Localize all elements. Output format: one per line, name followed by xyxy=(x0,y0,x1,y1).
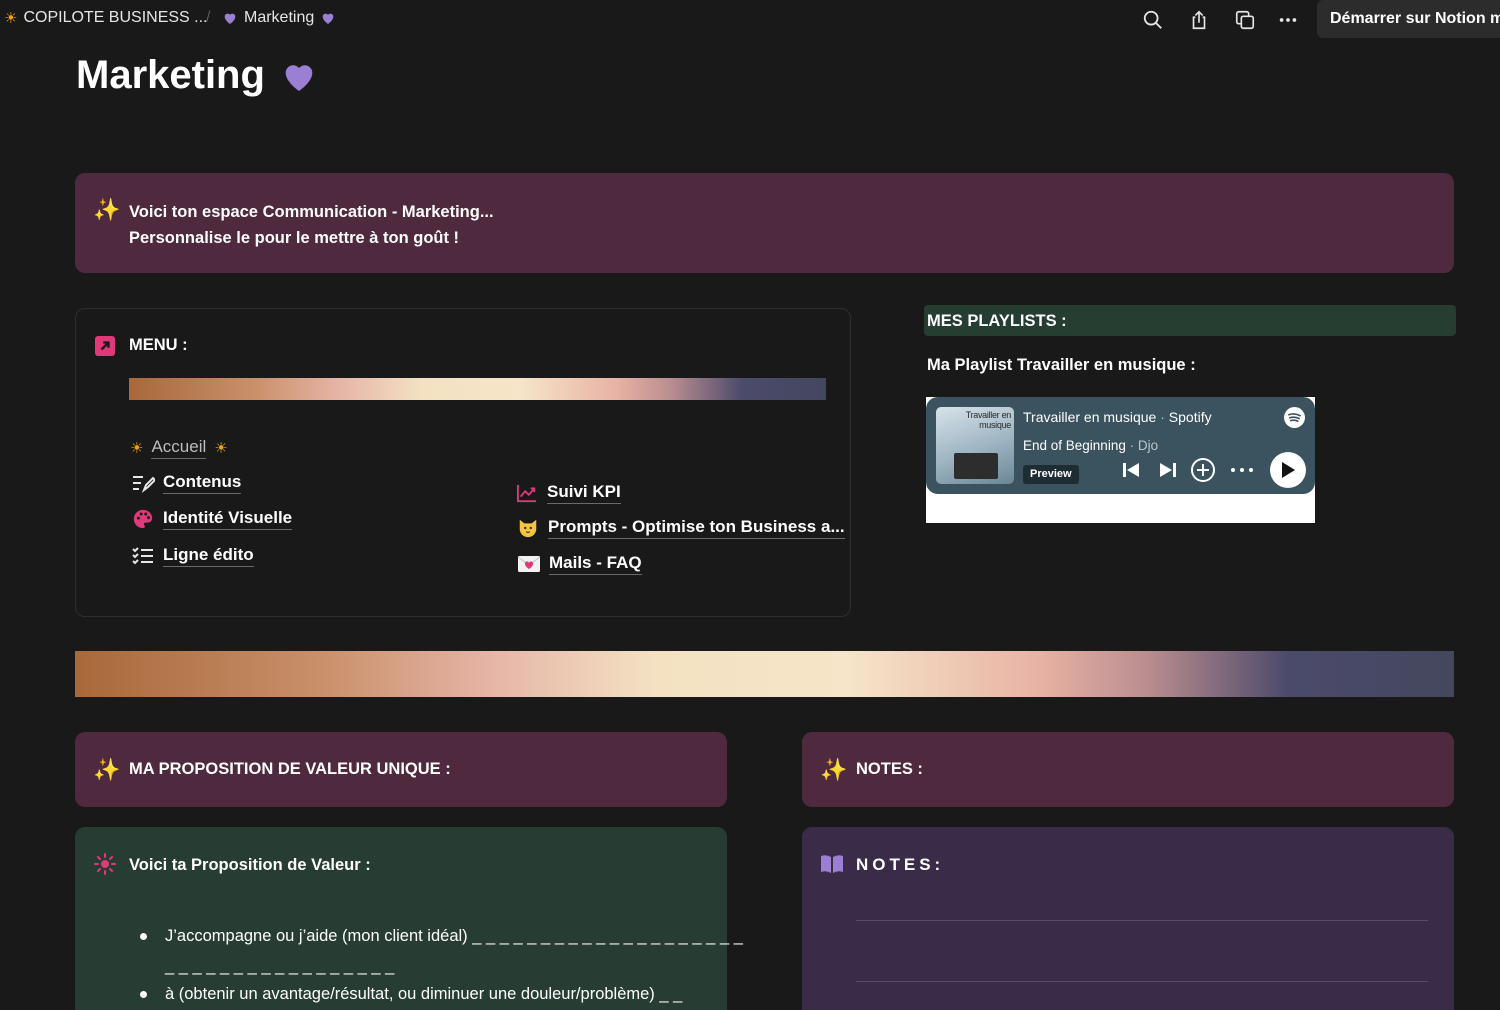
separator-dot: · xyxy=(1129,438,1135,453)
notes-label: NOTES: xyxy=(856,855,945,874)
play-icon xyxy=(1282,462,1295,478)
value-prop-title: Voici ta Proposition de Valeur : xyxy=(129,856,371,874)
laptop-image xyxy=(954,453,998,479)
search-icon[interactable] xyxy=(1141,8,1165,32)
menu-link-label: Suivi KPI xyxy=(547,482,621,504)
breadcrumb-workspace-label: COPILOTE BUSINESS ... xyxy=(23,9,208,26)
playlist-cover-text: Travailler en musique xyxy=(965,410,1012,430)
menu-link-label: Identité Visuelle xyxy=(163,508,293,530)
previous-track-icon[interactable] xyxy=(1120,457,1142,483)
menu-link-suivi-kpi[interactable]: Suivi KPI xyxy=(515,482,621,504)
menu-link-label: Ligne édito xyxy=(163,545,254,567)
track-name[interactable]: End of Beginning xyxy=(1023,438,1126,453)
notes-header: NOTES : xyxy=(856,760,923,778)
menu-link-prompts[interactable]: Prompts - Optimise ton Business a... xyxy=(516,517,845,539)
intro-text: Voici ton espace Communication - Marketi… xyxy=(129,199,494,251)
duplicate-icon[interactable] xyxy=(1233,8,1257,32)
play-button[interactable] xyxy=(1270,452,1306,488)
next-track-icon[interactable] xyxy=(1157,457,1179,483)
edit-list-icon xyxy=(131,472,155,494)
platform-name: Spotify xyxy=(1168,409,1212,425)
menu-link-mails-faq[interactable]: Mails - FAQ xyxy=(517,553,642,575)
arrow-up-right-icon xyxy=(95,336,115,356)
breadcrumb-page-label: Marketing xyxy=(244,9,315,26)
purple-heart-icon xyxy=(285,64,313,91)
intro-line-2: Personnalise le pour le mettre à ton goû… xyxy=(129,229,460,247)
menu-link-identite-visuelle[interactable]: Identité Visuelle xyxy=(131,508,293,530)
menu-link-label: Accueil xyxy=(151,437,207,459)
playlist-name[interactable]: Travailler en musique xyxy=(1023,409,1156,425)
spotify-embed: Travailler en musique Travailler en musi… xyxy=(926,397,1315,523)
playlist-title-line: Travailler en musique · Spotify xyxy=(1023,409,1212,425)
menu-link-label: Mails - FAQ xyxy=(549,553,642,575)
menu-title: MENU : xyxy=(129,336,188,354)
chart-increasing-icon xyxy=(515,482,539,504)
value-prop-callout xyxy=(75,827,727,1010)
spotify-logo-icon[interactable] xyxy=(1284,407,1305,428)
breadcrumb-workspace[interactable]: ☀ COPILOTE BUSINESS ... xyxy=(4,9,208,27)
sun-icon: ☀ xyxy=(130,440,144,457)
playlist-subtitle: Ma Playlist Travailler en musique : xyxy=(927,356,1196,374)
menu-link-accueil[interactable]: ☀ Accueil ☀ xyxy=(130,437,228,459)
menu-link-label: Prompts - Optimise ton Business a... xyxy=(548,517,845,539)
menu-gradient-banner xyxy=(129,378,826,400)
breadcrumb-page[interactable]: Marketing xyxy=(222,9,336,27)
purple-heart-icon xyxy=(224,13,236,24)
page-title-text: Marketing xyxy=(76,53,265,97)
artist-name[interactable]: Djo xyxy=(1138,438,1158,453)
sparkles-icon: ✨ xyxy=(93,757,121,782)
more-icon[interactable] xyxy=(1276,8,1300,32)
menu-link-ligne-edito[interactable]: Ligne édito xyxy=(131,545,254,567)
bullet-dot xyxy=(140,991,147,998)
page-title: Marketing xyxy=(76,53,319,98)
sun-icon: ☀ xyxy=(4,10,18,27)
open-book-icon xyxy=(820,854,844,876)
breadcrumb-separator: / xyxy=(206,9,211,26)
section-gradient-banner xyxy=(75,651,1454,697)
playlist-cover-text-line-1: Travailler en xyxy=(965,410,1012,420)
separator-dot: · xyxy=(1160,409,1165,425)
menu-link-contenus[interactable]: Contenus xyxy=(131,472,242,494)
notes-divider xyxy=(856,920,1428,921)
notes-divider xyxy=(856,981,1428,982)
cat-face-icon xyxy=(516,517,540,539)
spotify-player: Travailler en musique Travailler en musi… xyxy=(926,397,1315,494)
value-prop-bullet-1-cont[interactable]: _ _ _ _ _ _ _ _ _ _ _ _ _ _ _ _ _ xyxy=(165,957,394,976)
share-icon[interactable] xyxy=(1187,8,1211,32)
purple-heart-icon xyxy=(322,13,334,24)
palette-icon xyxy=(131,508,155,530)
sun-icon: ☀ xyxy=(214,440,228,457)
top-bar: ☀ COPILOTE BUSINESS ... / Marketing Déma… xyxy=(0,0,1500,40)
sun-icon xyxy=(93,852,117,876)
bullet-dot xyxy=(140,933,147,940)
intro-line-1: Voici ton espace Communication - Marketi… xyxy=(129,203,494,221)
value-prop-bullet-2[interactable]: à (obtenir un avantage/résultat, ou dimi… xyxy=(165,985,682,1004)
track-line: End of Beginning · Djo xyxy=(1023,438,1158,453)
menu-link-label: Contenus xyxy=(163,472,242,494)
add-to-library-icon[interactable] xyxy=(1189,457,1217,483)
checklist-icon xyxy=(131,545,155,567)
playlist-cover[interactable]: Travailler en musique xyxy=(936,407,1014,484)
sparkles-icon: ✨ xyxy=(93,197,121,222)
value-prop-header: MA PROPOSITION DE VALEUR UNIQUE : xyxy=(129,760,451,778)
sparkles-icon: ✨ xyxy=(820,757,848,782)
preview-badge: Preview xyxy=(1023,465,1079,484)
more-options-icon[interactable] xyxy=(1229,457,1255,483)
playlists-header: MES PLAYLISTS : xyxy=(924,305,1456,336)
love-letter-icon xyxy=(517,553,541,575)
value-prop-bullet-1[interactable]: J’accompagne ou j’aide (mon client idéal… xyxy=(165,927,743,946)
playlist-cover-text-line-2: musique xyxy=(979,420,1011,430)
menu-box xyxy=(75,308,851,617)
start-on-notion-button[interactable]: Démarrer sur Notion m xyxy=(1317,0,1500,38)
